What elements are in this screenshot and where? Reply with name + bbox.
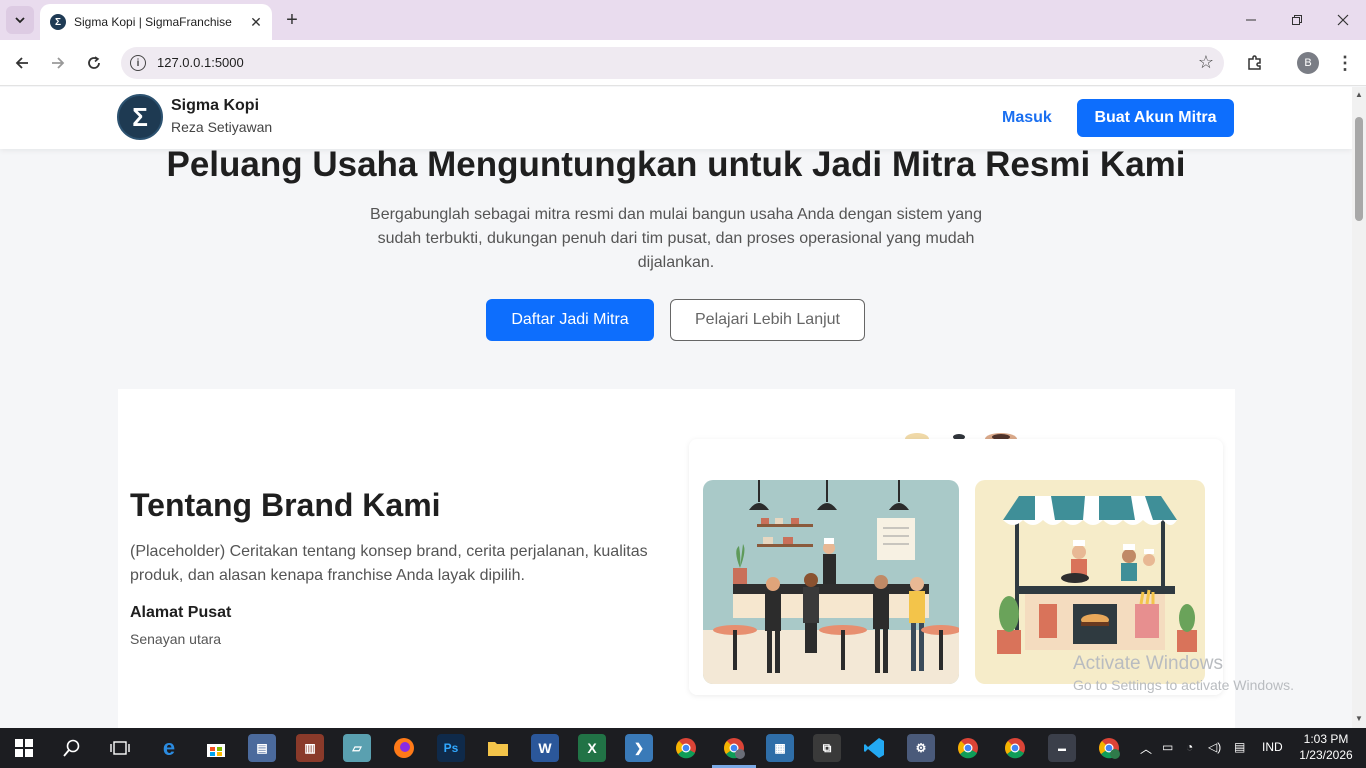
notification-message-icon[interactable]: ▤ — [1234, 740, 1245, 754]
activate-windows-subtitle: Go to Settings to activate Windows. — [1073, 677, 1294, 693]
scroll-down-arrow-icon[interactable]: ▼ — [1355, 715, 1363, 723]
restore-button[interactable] — [1274, 0, 1320, 40]
word-icon[interactable]: W — [531, 734, 559, 762]
register-partner-button[interactable]: Daftar Jadi Mitra — [486, 299, 654, 341]
cafe-interior-image — [703, 480, 959, 684]
hero-title: Peluang Usaha Menguntungkan untuk Jadi M… — [166, 145, 1186, 184]
about-description: (Placeholder) Ceritakan tentang konsep b… — [130, 543, 648, 584]
close-tab-icon[interactable]: ✕ — [246, 12, 266, 32]
puzzle-icon — [1248, 55, 1261, 70]
store-icon[interactable] — [202, 734, 230, 762]
create-partner-account-button[interactable]: Buat Akun Mitra — [1077, 99, 1234, 137]
learn-more-button[interactable]: Pelajari Lebih Lanjut — [670, 299, 865, 341]
scroll-up-arrow-icon[interactable]: ▲ — [1355, 91, 1363, 99]
browser-toolbar: i 127.0.0.1:5000 ☆ ⋮ — [0, 40, 1366, 86]
extensions-button[interactable] — [1241, 49, 1269, 77]
powershell-icon[interactable]: ❯ — [625, 734, 653, 762]
address-bar[interactable]: i 127.0.0.1:5000 ☆ — [121, 47, 1224, 79]
login-link[interactable]: Masuk — [1002, 109, 1052, 127]
windows-taskbar: e ▤ ▥ ▱ Ps W X ❯ ▦ ⧉ ⚙ ▬ ︿ ▭ ◔ ◁) ▤ IND … — [0, 728, 1366, 768]
remote-desktop-icon[interactable]: ▦ — [766, 734, 794, 762]
windows-logo-icon — [15, 739, 33, 757]
excel-icon[interactable]: X — [578, 734, 606, 762]
notepad-icon[interactable]: ▱ — [343, 734, 371, 762]
chrome-profile-b-icon[interactable] — [720, 734, 748, 762]
close-icon — [1337, 14, 1349, 26]
reload-icon — [88, 56, 100, 69]
tab-title: Sigma Kopi | SigmaFranchise — [74, 15, 232, 29]
forward-button[interactable] — [44, 49, 72, 77]
chrome-icon[interactable] — [672, 734, 700, 762]
address-value: Senayan utara — [130, 631, 222, 647]
arrow-left-icon — [15, 57, 28, 69]
bookmark-star-icon[interactable]: ☆ — [1198, 52, 1214, 73]
site-favicon-icon: Σ — [50, 14, 66, 30]
photoshop-icon[interactable]: Ps — [437, 734, 465, 762]
back-button[interactable] — [8, 49, 36, 77]
site-info-icon[interactable]: i — [130, 55, 146, 71]
vscode-icon[interactable] — [860, 734, 888, 762]
tray-overflow-chevron-icon[interactable]: ︿ — [1140, 740, 1152, 757]
more-menu-icon[interactable]: ⋮ — [1333, 49, 1357, 77]
search-icon — [63, 739, 80, 757]
arrow-right-icon — [52, 57, 65, 69]
tab-search-button[interactable] — [6, 6, 34, 34]
close-window-button[interactable] — [1320, 0, 1366, 40]
control-panel-icon[interactable]: ▤ — [248, 734, 276, 762]
file-explorer-icon[interactable] — [484, 734, 512, 762]
browser-tab[interactable]: Σ Sigma Kopi | SigmaFranchise ✕ — [40, 4, 272, 40]
firefox-icon[interactable] — [390, 734, 418, 762]
url-text[interactable]: 127.0.0.1:5000 — [157, 55, 244, 70]
minimize-button[interactable] — [1228, 0, 1274, 40]
site-header: Σ Sigma Kopi Reza Setiyawan Masuk Buat A… — [0, 87, 1352, 149]
browser-tab-strip: Σ Sigma Kopi | SigmaFranchise ✕ + — [0, 0, 1366, 40]
mysql-workbench-icon[interactable]: ▬ — [1048, 734, 1076, 762]
task-view-icon — [110, 741, 130, 755]
about-section: Tentang Brand Kami (Placeholder) Ceritak… — [118, 389, 1235, 728]
restore-icon — [1292, 15, 1302, 25]
language-indicator[interactable]: IND — [1262, 740, 1283, 754]
start-button[interactable] — [10, 734, 38, 762]
new-tab-button[interactable]: + — [280, 8, 304, 32]
about-title: Tentang Brand Kami — [130, 487, 441, 523]
search-button[interactable] — [58, 734, 86, 762]
chrome-profile-2-icon[interactable] — [954, 734, 982, 762]
address-title: Alamat Pusat — [130, 604, 232, 621]
volume-icon[interactable]: ◁) — [1208, 740, 1221, 754]
brand-owner: Reza Setiyawan — [171, 119, 273, 135]
network-tool-icon[interactable]: ⧉ — [813, 734, 841, 762]
chevron-down-icon — [15, 17, 25, 24]
wifi-icon[interactable]: ◔ — [1186, 740, 1193, 754]
clock-date[interactable]: 1/23/2026 — [1296, 748, 1356, 762]
minimize-icon — [1246, 19, 1256, 21]
page-scrollbar[interactable]: ▲ ▼ — [1352, 87, 1366, 728]
reload-button[interactable] — [80, 49, 108, 77]
device-manager-icon[interactable]: ⚙ — [907, 734, 935, 762]
hero-description: Bergabunglah sebagai mitra resmi dan mul… — [370, 206, 982, 271]
chrome-profile-4-icon[interactable] — [1095, 734, 1123, 762]
page-viewport: Σ Sigma Kopi Reza Setiyawan Masuk Buat A… — [0, 87, 1352, 728]
activate-windows-title: Activate Windows — [1073, 653, 1223, 674]
profile-avatar[interactable]: B — [1297, 52, 1319, 74]
brand-logo[interactable]: Σ — [117, 94, 163, 140]
battery-icon[interactable]: ▭ — [1162, 740, 1173, 754]
chrome-profile-3-icon[interactable] — [1001, 734, 1029, 762]
task-view-button[interactable] — [106, 734, 134, 762]
winrar-icon[interactable]: ▥ — [296, 734, 324, 762]
scrollbar-thumb[interactable] — [1355, 117, 1363, 221]
clock-time[interactable]: 1:03 PM — [1296, 732, 1356, 746]
brand-name: Sigma Kopi — [171, 97, 260, 114]
edge-icon[interactable]: e — [155, 734, 183, 762]
